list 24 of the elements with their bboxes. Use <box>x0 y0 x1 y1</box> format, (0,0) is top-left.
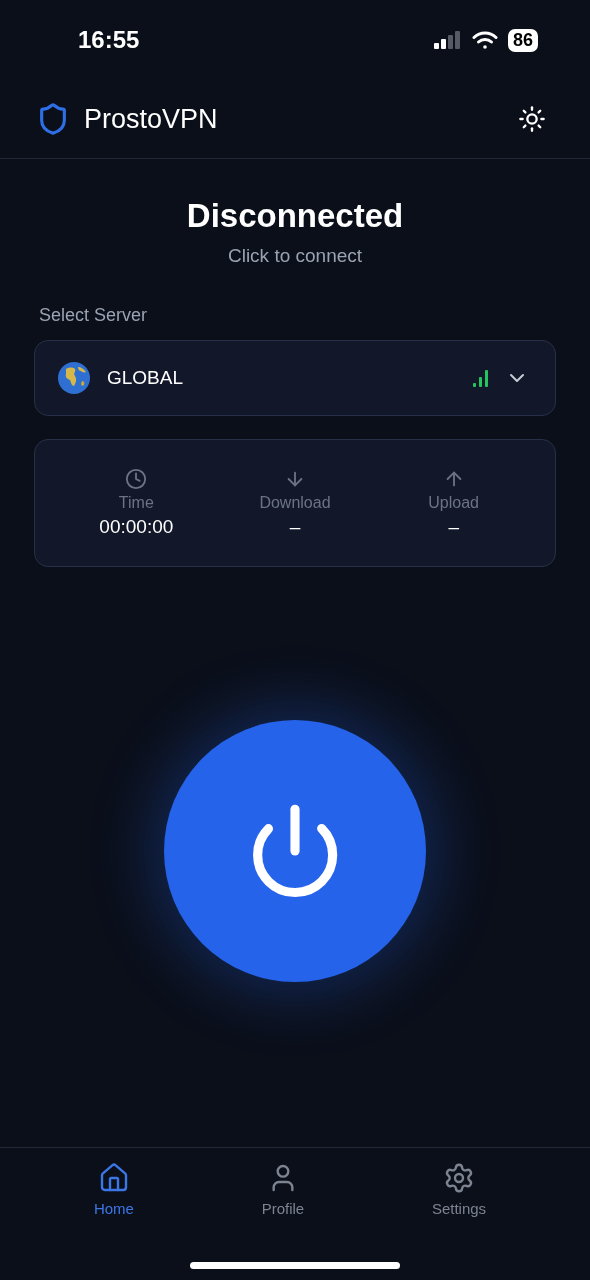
clock-icon <box>125 468 148 490</box>
battery-level: 86 <box>507 28 538 52</box>
stat-value: 00:00:00 <box>99 516 174 538</box>
sun-icon <box>518 105 546 133</box>
signal-icon <box>433 31 462 49</box>
stat-label: Download <box>259 494 331 512</box>
wifi-icon <box>471 30 498 50</box>
connection-hint: Click to connect <box>226 245 364 267</box>
stat-value: – <box>289 516 301 538</box>
server-select[interactable]: GLOBAL <box>34 340 556 416</box>
stat-label: Time <box>118 494 154 512</box>
settings-icon <box>443 1162 475 1194</box>
app-title: ProstoVPN <box>84 103 218 135</box>
status-time: 16:55 <box>78 26 140 54</box>
signal-strength-icon <box>473 369 489 387</box>
stat-label: Upload <box>428 494 479 512</box>
server-label: Select Server <box>39 305 149 326</box>
nav-tab[interactable]: Home <box>93 1162 134 1217</box>
connection-status: Disconnected <box>185 197 405 235</box>
globe-icon <box>57 361 91 395</box>
stat-value: – <box>448 516 459 538</box>
theme-toggle-button[interactable] <box>518 105 546 133</box>
nav-tab[interactable]: Settings <box>431 1162 487 1217</box>
nav-tab[interactable]: Profile <box>261 1162 305 1217</box>
